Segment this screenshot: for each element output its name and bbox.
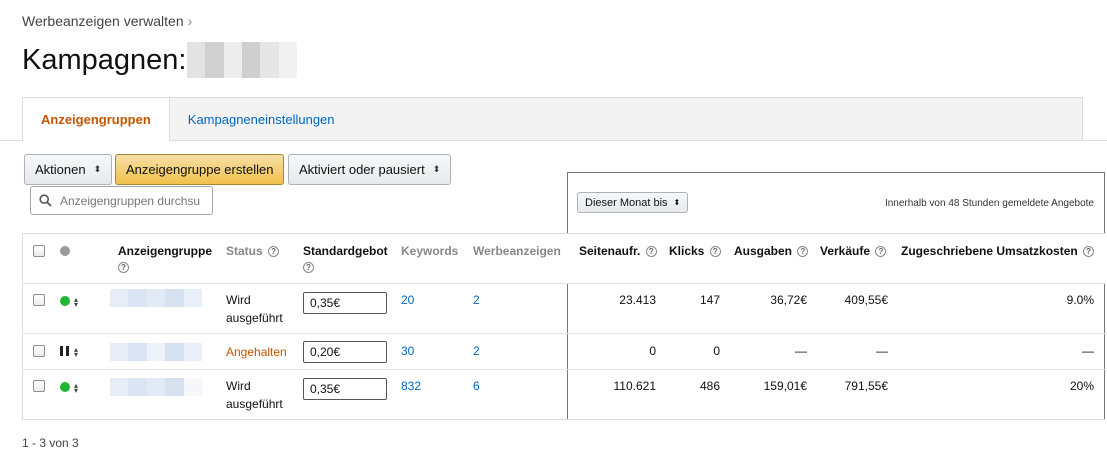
adgroup-name-redacted[interactable] — [110, 343, 203, 361]
caret-updown-icon: ⬍ — [673, 198, 681, 207]
clicks-value: 147 — [699, 293, 720, 307]
acos-value: 9.0% — [1066, 293, 1094, 307]
impressions-value: 23.413 — [619, 293, 656, 307]
help-icon[interactable]: ? — [303, 262, 314, 274]
actions-label: Aktionen — [35, 162, 86, 177]
ads-link[interactable]: 6 — [473, 379, 480, 393]
bid-input[interactable] — [303, 292, 387, 314]
date-range-label: Dieser Monat bis — [585, 196, 668, 209]
sort-arrows-icon[interactable]: ▴ ▾ — [74, 382, 78, 395]
bid-input[interactable] — [303, 378, 387, 400]
spend-value: — — [795, 344, 807, 358]
pagination-summary: 1 - 3 von 3 — [22, 436, 79, 450]
ads-link[interactable]: 2 — [473, 293, 480, 307]
clicks-value: 0 — [713, 344, 720, 358]
search-icon — [39, 194, 52, 207]
ads-link[interactable]: 2 — [473, 344, 480, 358]
col-sales[interactable]: Verkäufe ? — [820, 244, 887, 258]
keywords-link[interactable]: 30 — [401, 344, 414, 358]
search-input[interactable] — [58, 192, 206, 209]
keywords-link[interactable]: 20 — [401, 293, 414, 307]
row-checkbox[interactable] — [33, 380, 45, 392]
impressions-value: 110.621 — [613, 379, 657, 393]
col-ads[interactable]: Werbeanzeigen — [473, 244, 561, 258]
adgroups-table: Anzeigengruppe? Status ? Standardgebot? … — [22, 233, 1106, 420]
table-row: ▴▾ Wirdausgeführt 20 2 23.413 147 36,72€… — [23, 284, 1106, 334]
col-keywords[interactable]: Keywords — [401, 244, 458, 258]
col-adgroup[interactable]: Anzeigengruppe? — [118, 244, 212, 274]
breadcrumb: Werbeanzeigen verwalten › — [22, 13, 192, 29]
sort-arrows-icon[interactable]: ▴ ▾ — [74, 296, 78, 309]
tab-bar: Anzeigengruppen Kampagneneinstellungen — [22, 97, 1083, 141]
spend-value: 159,01€ — [763, 379, 807, 393]
sales-value: 791,55€ — [844, 379, 888, 393]
actions-dropdown[interactable]: Aktionen ⬍ — [24, 154, 113, 185]
help-icon[interactable]: ? — [268, 246, 280, 258]
status-active-icon — [60, 296, 70, 306]
sales-value: — — [876, 344, 888, 358]
table-row: ▴▾ Angehalten 30 2 0 0 — — — — [23, 334, 1106, 370]
caret-updown-icon: ⬍ — [93, 164, 102, 174]
help-icon[interactable]: ? — [797, 246, 809, 258]
acos-value: 20% — [1069, 379, 1094, 393]
status-text: Angehalten — [226, 345, 287, 359]
help-icon[interactable]: ? — [645, 246, 657, 258]
help-icon[interactable]: ? — [875, 246, 887, 258]
search-box[interactable] — [30, 186, 213, 215]
status-active-icon — [60, 382, 70, 392]
status-text: Wird ausgeführt — [226, 379, 283, 411]
col-impressions[interactable]: Seitenaufr. ? — [579, 244, 657, 258]
col-clicks[interactable]: Klicks ? — [669, 244, 721, 258]
tab-kampagneneinstellungen[interactable]: Kampagneneinstellungen — [170, 98, 353, 141]
bid-input[interactable] — [303, 341, 387, 363]
spend-value: 36,72€ — [770, 293, 807, 307]
row-checkbox[interactable] — [33, 345, 45, 357]
adgroup-name-redacted[interactable] — [110, 289, 203, 307]
col-status[interactable]: Status ? — [226, 244, 280, 258]
adgroup-name-redacted[interactable] — [110, 378, 203, 396]
keywords-link[interactable]: 832 — [401, 379, 421, 393]
breadcrumb-separator: › — [187, 13, 193, 29]
caret-updown-icon: ⬍ — [432, 164, 441, 174]
create-adgroup-button[interactable]: Anzeigengruppe erstellen — [115, 154, 285, 185]
tab-anzeigengruppen[interactable]: Anzeigengruppen — [22, 97, 170, 141]
sales-value: 409,55€ — [844, 293, 888, 307]
table-header: Anzeigengruppe? Status ? Standardgebot? … — [23, 234, 1106, 284]
col-acos[interactable]: Zugeschriebene Umsatzkosten ? — [901, 244, 1095, 258]
status-paused-icon — [60, 346, 69, 356]
help-icon[interactable]: ? — [709, 246, 721, 258]
status-dot-header-icon — [60, 246, 70, 256]
col-bid[interactable]: Standardgebot? — [303, 244, 388, 274]
page-title: Kampagnen: — [22, 44, 187, 76]
row-checkbox[interactable] — [33, 294, 45, 306]
help-icon[interactable]: ? — [118, 262, 129, 274]
breadcrumb-link[interactable]: Werbeanzeigen verwalten — [22, 13, 184, 29]
table-row: ▴▾ Wirdausgeführt 832 6 110.621 486 159,… — [23, 370, 1106, 420]
status-text: Wird ausgeführt — [226, 293, 283, 325]
help-icon[interactable]: ? — [1083, 246, 1095, 258]
impressions-value: 0 — [649, 344, 656, 358]
sort-arrows-icon[interactable]: ▴ ▾ — [74, 346, 78, 359]
acos-value: — — [1082, 344, 1094, 358]
col-spend[interactable]: Ausgaben ? — [734, 244, 809, 258]
metrics-note: Innerhalb von 48 Stunden gemeldete Angeb… — [884, 198, 1094, 209]
status-filter-dropdown[interactable]: Aktiviert oder pausiert ⬍ — [288, 154, 452, 185]
date-range-select[interactable]: Dieser Monat bis ⬍ — [577, 192, 689, 213]
clicks-value: 486 — [699, 379, 720, 393]
status-filter-label: Aktiviert oder pausiert — [299, 162, 425, 177]
select-all-checkbox[interactable] — [33, 245, 45, 257]
campaign-name-redacted — [187, 42, 297, 78]
